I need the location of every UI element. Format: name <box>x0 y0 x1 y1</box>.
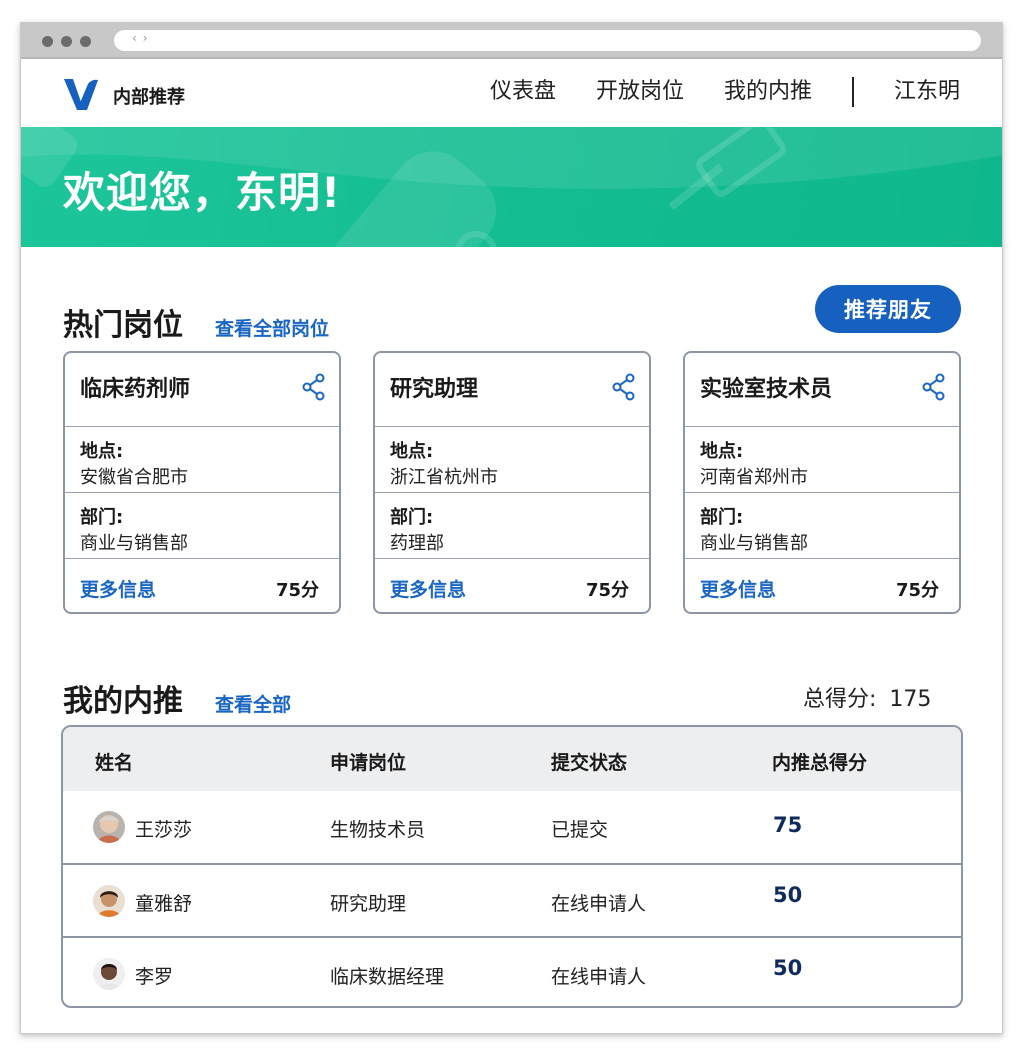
share-icon[interactable] <box>301 373 327 401</box>
window-dot-icon <box>61 36 72 47</box>
table-row[interactable]: 王莎莎 生物技术员 已提交 75 <box>63 791 961 863</box>
job-title: 研究助理 <box>390 377 479 402</box>
referral-name: 童雅舒 <box>135 893 193 915</box>
card-divider <box>65 492 339 493</box>
view-all-jobs-link[interactable]: 查看全部岗位 <box>215 314 329 341</box>
card-divider <box>65 558 339 559</box>
nav-divider <box>851 77 854 107</box>
department-label: 部门: <box>80 507 124 528</box>
total-score-value: 175 <box>889 687 932 712</box>
job-title: 实验室技术员 <box>700 377 833 402</box>
hot-jobs-title: 热门岗位 <box>63 308 183 343</box>
referral-score: 75 <box>773 813 803 837</box>
share-icon[interactable] <box>921 373 947 401</box>
job-score: 75分 <box>895 580 939 601</box>
job-card[interactable]: 实验室技术员 地点: 河南省郑州市 部门: 商业与销售部 更多信息 75分 <box>683 351 961 614</box>
job-location: 浙江省杭州市 <box>390 467 498 488</box>
my-referrals-header: 我的内推 查看全部 <box>63 676 291 720</box>
card-divider <box>375 558 649 559</box>
card-divider <box>685 558 959 559</box>
job-score: 75分 <box>585 580 629 601</box>
job-card[interactable]: 研究助理 地点: 浙江省杭州市 部门: 药理部 更多信息 75分 <box>373 351 651 614</box>
referral-status: 在线申请人 <box>551 966 647 988</box>
hot-jobs-header: 热门岗位 查看全部岗位 <box>63 300 329 344</box>
total-score-label: 总得分: <box>803 687 877 712</box>
department-label: 部门: <box>700 507 744 528</box>
job-score: 75分 <box>275 580 319 601</box>
address-bar[interactable]: ‹ › <box>114 30 981 51</box>
job-department: 商业与销售部 <box>700 533 808 554</box>
more-info-link[interactable]: 更多信息 <box>390 575 466 602</box>
referral-score: 50 <box>773 956 803 980</box>
browser-chrome: ‹ › <box>21 23 1002 59</box>
referral-position: 生物技术员 <box>330 819 426 841</box>
window-dot-icon <box>42 36 53 47</box>
referral-position: 研究助理 <box>330 893 407 915</box>
job-card[interactable]: 临床药剂师 地点: 安徽省合肥市 部门: 商业与销售部 更多信息 75分 <box>63 351 341 614</box>
location-label: 地点: <box>390 441 434 462</box>
referral-position: 临床数据经理 <box>330 966 445 988</box>
column-header-name: 姓名 <box>95 752 134 774</box>
nav-open-positions[interactable]: 开放岗位 <box>596 77 684 107</box>
nav-links: 仪表盘 开放岗位 我的内推 江东明 <box>450 77 960 107</box>
top-navigation: 内部推荐 仪表盘 开放岗位 我的内推 江东明 <box>21 59 1002 127</box>
referral-score: 50 <box>773 883 803 907</box>
welcome-banner: 欢迎您，东明! <box>21 127 1002 247</box>
welcome-title: 欢迎您，东明! <box>63 168 342 217</box>
table-row[interactable]: 童雅舒 研究助理 在线申请人 50 <box>63 865 961 937</box>
referrals-table: 姓名 申请岗位 提交状态 内推总得分 王莎莎 生物技术员 已提交 75 童雅舒 … <box>61 725 963 1008</box>
more-info-link[interactable]: 更多信息 <box>700 575 776 602</box>
avatar <box>93 958 125 990</box>
back-forward-icon[interactable]: ‹ › <box>132 31 148 45</box>
location-label: 地点: <box>700 441 744 462</box>
card-divider <box>375 492 649 493</box>
column-header-score: 内推总得分 <box>772 752 868 774</box>
card-divider <box>685 426 959 427</box>
location-label: 地点: <box>80 441 124 462</box>
refer-friend-button[interactable]: 推荐朋友 <box>815 285 961 333</box>
more-info-link[interactable]: 更多信息 <box>80 575 156 602</box>
table-header: 姓名 申请岗位 提交状态 内推总得分 <box>63 727 961 791</box>
user-name[interactable]: 江东明 <box>894 77 960 107</box>
brand-name: 内部推荐 <box>113 87 185 108</box>
department-label: 部门: <box>390 507 434 528</box>
referral-name: 王莎莎 <box>135 819 193 841</box>
nav-my-referrals[interactable]: 我的内推 <box>724 77 812 107</box>
job-location: 河南省郑州市 <box>700 467 808 488</box>
card-divider <box>65 426 339 427</box>
browser-window: ‹ › 内部推荐 仪表盘 开放岗位 我的内推 江东明 欢迎您，东明! 热门岗位 … <box>20 22 1003 1034</box>
card-divider <box>375 426 649 427</box>
referral-name: 李罗 <box>135 966 174 988</box>
referral-status: 已提交 <box>551 819 609 841</box>
total-score: 总得分: 175 <box>803 681 931 713</box>
nav-dashboard[interactable]: 仪表盘 <box>490 77 556 107</box>
brand-logo-icon[interactable] <box>63 76 99 116</box>
window-dot-icon <box>80 36 91 47</box>
column-header-position: 申请岗位 <box>330 752 407 774</box>
job-department: 商业与销售部 <box>80 533 188 554</box>
avatar <box>93 811 125 843</box>
card-divider <box>685 492 959 493</box>
referral-status: 在线申请人 <box>551 893 647 915</box>
avatar <box>93 885 125 917</box>
job-location: 安徽省合肥市 <box>80 467 188 488</box>
view-all-referrals-link[interactable]: 查看全部 <box>215 690 291 717</box>
share-icon[interactable] <box>611 373 637 401</box>
my-referrals-title: 我的内推 <box>63 684 183 719</box>
job-title: 临床药剂师 <box>80 377 191 402</box>
column-header-status: 提交状态 <box>551 752 628 774</box>
table-row[interactable]: 李罗 临床数据经理 在线申请人 50 <box>63 938 961 1006</box>
job-department: 药理部 <box>390 533 444 554</box>
